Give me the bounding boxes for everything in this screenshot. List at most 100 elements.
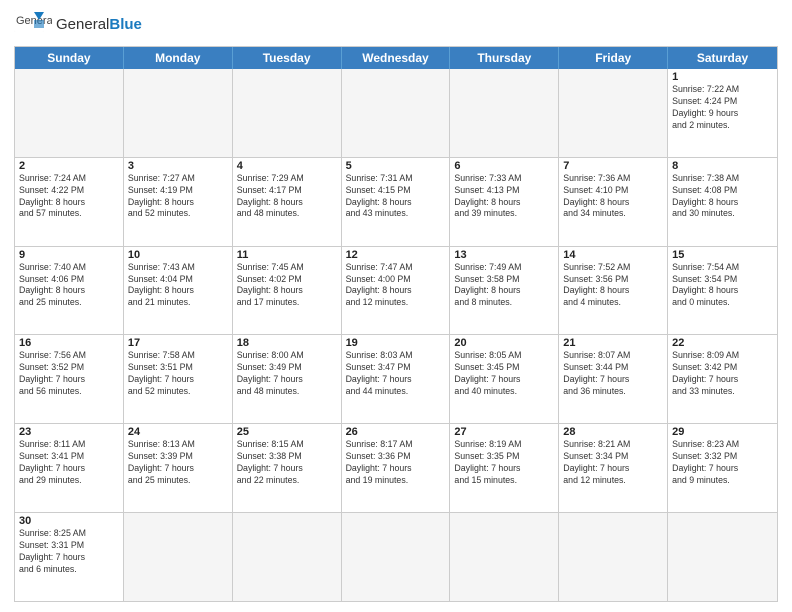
calendar-weekday-tuesday: Tuesday [233,47,342,69]
calendar-cell-day-7: 7Sunrise: 7:36 AM Sunset: 4:10 PM Daylig… [559,158,668,246]
calendar-cell-day-12: 12Sunrise: 7:47 AM Sunset: 4:00 PM Dayli… [342,247,451,335]
day-number: 19 [346,337,446,349]
calendar-cell-day-20: 20Sunrise: 8:05 AM Sunset: 3:45 PM Dayli… [450,335,559,423]
logo-general: General [56,16,109,33]
day-info: Sunrise: 8:17 AM Sunset: 3:36 PM Dayligh… [346,439,446,487]
day-info: Sunrise: 7:47 AM Sunset: 4:00 PM Dayligh… [346,262,446,310]
day-number: 8 [672,160,773,172]
day-number: 21 [563,337,663,349]
calendar-row-5: 23Sunrise: 8:11 AM Sunset: 3:41 PM Dayli… [15,423,777,512]
calendar-cell-empty [233,69,342,157]
day-number: 29 [672,426,773,438]
day-info: Sunrise: 7:29 AM Sunset: 4:17 PM Dayligh… [237,173,337,221]
calendar-cell-empty [124,513,233,601]
calendar-cell-day-3: 3Sunrise: 7:27 AM Sunset: 4:19 PM Daylig… [124,158,233,246]
day-info: Sunrise: 8:03 AM Sunset: 3:47 PM Dayligh… [346,350,446,398]
day-number: 9 [19,249,119,261]
day-number: 4 [237,160,337,172]
day-number: 2 [19,160,119,172]
day-number: 30 [19,515,119,527]
day-info: Sunrise: 7:38 AM Sunset: 4:08 PM Dayligh… [672,173,773,221]
calendar: SundayMondayTuesdayWednesdayThursdayFrid… [14,46,778,602]
day-info: Sunrise: 7:56 AM Sunset: 3:52 PM Dayligh… [19,350,119,398]
day-number: 11 [237,249,337,261]
calendar-weekday-monday: Monday [124,47,233,69]
day-info: Sunrise: 7:24 AM Sunset: 4:22 PM Dayligh… [19,173,119,221]
day-info: Sunrise: 7:52 AM Sunset: 3:56 PM Dayligh… [563,262,663,310]
day-info: Sunrise: 8:09 AM Sunset: 3:42 PM Dayligh… [672,350,773,398]
day-info: Sunrise: 8:15 AM Sunset: 3:38 PM Dayligh… [237,439,337,487]
calendar-cell-day-9: 9Sunrise: 7:40 AM Sunset: 4:06 PM Daylig… [15,247,124,335]
calendar-cell-day-8: 8Sunrise: 7:38 AM Sunset: 4:08 PM Daylig… [668,158,777,246]
calendar-cell-empty [233,513,342,601]
calendar-cell-empty [15,69,124,157]
calendar-row-4: 16Sunrise: 7:56 AM Sunset: 3:52 PM Dayli… [15,334,777,423]
day-number: 15 [672,249,773,261]
logo: General GeneralBlue [14,10,142,40]
day-info: Sunrise: 7:49 AM Sunset: 3:58 PM Dayligh… [454,262,554,310]
calendar-cell-day-18: 18Sunrise: 8:00 AM Sunset: 3:49 PM Dayli… [233,335,342,423]
day-info: Sunrise: 7:58 AM Sunset: 3:51 PM Dayligh… [128,350,228,398]
calendar-cell-day-11: 11Sunrise: 7:45 AM Sunset: 4:02 PM Dayli… [233,247,342,335]
header: General GeneralBlue [14,10,778,40]
day-info: Sunrise: 7:31 AM Sunset: 4:15 PM Dayligh… [346,173,446,221]
calendar-cell-day-10: 10Sunrise: 7:43 AM Sunset: 4:04 PM Dayli… [124,247,233,335]
calendar-cell-day-22: 22Sunrise: 8:09 AM Sunset: 3:42 PM Dayli… [668,335,777,423]
day-info: Sunrise: 8:05 AM Sunset: 3:45 PM Dayligh… [454,350,554,398]
calendar-cell-day-15: 15Sunrise: 7:54 AM Sunset: 3:54 PM Dayli… [668,247,777,335]
day-number: 1 [672,71,773,83]
day-info: Sunrise: 8:21 AM Sunset: 3:34 PM Dayligh… [563,439,663,487]
day-number: 26 [346,426,446,438]
general-blue-logo-icon: General [14,10,52,40]
logo-blue: Blue [109,16,142,33]
calendar-cell-day-13: 13Sunrise: 7:49 AM Sunset: 3:58 PM Dayli… [450,247,559,335]
calendar-weekday-wednesday: Wednesday [342,47,451,69]
day-number: 24 [128,426,228,438]
calendar-cell-empty [450,513,559,601]
calendar-cell-day-14: 14Sunrise: 7:52 AM Sunset: 3:56 PM Dayli… [559,247,668,335]
day-number: 22 [672,337,773,349]
calendar-cell-empty [124,69,233,157]
calendar-cell-day-24: 24Sunrise: 8:13 AM Sunset: 3:39 PM Dayli… [124,424,233,512]
day-info: Sunrise: 8:25 AM Sunset: 3:31 PM Dayligh… [19,528,119,576]
calendar-cell-day-27: 27Sunrise: 8:19 AM Sunset: 3:35 PM Dayli… [450,424,559,512]
day-info: Sunrise: 7:33 AM Sunset: 4:13 PM Dayligh… [454,173,554,221]
logo-wordmark: GeneralBlue [56,16,142,34]
calendar-row-1: 1Sunrise: 7:22 AM Sunset: 4:24 PM Daylig… [15,69,777,157]
day-info: Sunrise: 8:13 AM Sunset: 3:39 PM Dayligh… [128,439,228,487]
day-info: Sunrise: 7:54 AM Sunset: 3:54 PM Dayligh… [672,262,773,310]
day-info: Sunrise: 8:23 AM Sunset: 3:32 PM Dayligh… [672,439,773,487]
day-number: 20 [454,337,554,349]
day-number: 10 [128,249,228,261]
calendar-cell-day-28: 28Sunrise: 8:21 AM Sunset: 3:34 PM Dayli… [559,424,668,512]
calendar-weekday-friday: Friday [559,47,668,69]
calendar-cell-day-25: 25Sunrise: 8:15 AM Sunset: 3:38 PM Dayli… [233,424,342,512]
calendar-weekday-saturday: Saturday [668,47,777,69]
calendar-cell-day-26: 26Sunrise: 8:17 AM Sunset: 3:36 PM Dayli… [342,424,451,512]
day-info: Sunrise: 7:27 AM Sunset: 4:19 PM Dayligh… [128,173,228,221]
day-number: 6 [454,160,554,172]
page: General GeneralBlue SundayMondayTuesdayW… [0,0,792,612]
calendar-cell-day-2: 2Sunrise: 7:24 AM Sunset: 4:22 PM Daylig… [15,158,124,246]
day-info: Sunrise: 7:45 AM Sunset: 4:02 PM Dayligh… [237,262,337,310]
calendar-cell-day-17: 17Sunrise: 7:58 AM Sunset: 3:51 PM Dayli… [124,335,233,423]
day-info: Sunrise: 8:00 AM Sunset: 3:49 PM Dayligh… [237,350,337,398]
calendar-cell-empty [559,69,668,157]
day-number: 27 [454,426,554,438]
calendar-cell-empty [342,69,451,157]
calendar-cell-day-16: 16Sunrise: 7:56 AM Sunset: 3:52 PM Dayli… [15,335,124,423]
day-info: Sunrise: 7:43 AM Sunset: 4:04 PM Dayligh… [128,262,228,310]
calendar-cell-empty [450,69,559,157]
calendar-body: 1Sunrise: 7:22 AM Sunset: 4:24 PM Daylig… [15,69,777,601]
day-number: 3 [128,160,228,172]
calendar-row-3: 9Sunrise: 7:40 AM Sunset: 4:06 PM Daylig… [15,246,777,335]
day-number: 23 [19,426,119,438]
calendar-cell-day-29: 29Sunrise: 8:23 AM Sunset: 3:32 PM Dayli… [668,424,777,512]
calendar-cell-day-30: 30Sunrise: 8:25 AM Sunset: 3:31 PM Dayli… [15,513,124,601]
calendar-cell-empty [342,513,451,601]
calendar-cell-day-21: 21Sunrise: 8:07 AM Sunset: 3:44 PM Dayli… [559,335,668,423]
day-info: Sunrise: 8:07 AM Sunset: 3:44 PM Dayligh… [563,350,663,398]
day-info: Sunrise: 8:19 AM Sunset: 3:35 PM Dayligh… [454,439,554,487]
day-number: 25 [237,426,337,438]
calendar-weekday-sunday: Sunday [15,47,124,69]
